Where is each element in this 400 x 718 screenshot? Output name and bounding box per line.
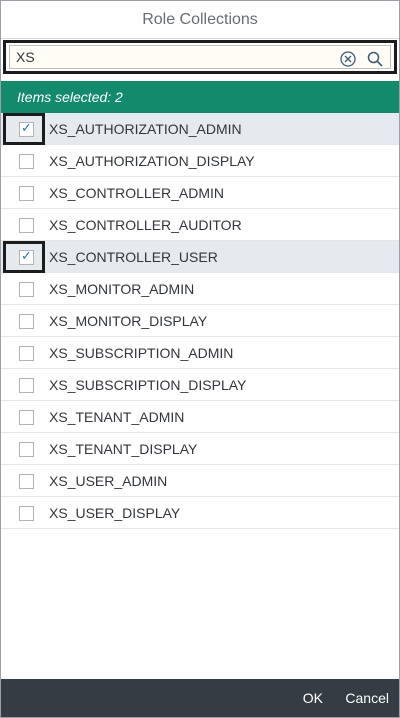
cancel-button[interactable]: Cancel <box>345 679 389 717</box>
item-checkbox[interactable] <box>19 314 34 329</box>
checkbox-focus-frame <box>3 369 45 401</box>
item-label: XS_CONTROLLER_USER <box>49 249 218 265</box>
search-box <box>9 45 391 69</box>
checkbox-focus-frame: ✓ <box>3 241 45 273</box>
item-label: XS_AUTHORIZATION_ADMIN <box>49 121 242 137</box>
item-checkbox[interactable] <box>19 346 34 361</box>
checkbox-focus-frame <box>3 305 45 337</box>
list-item[interactable]: XS_MONITOR_DISPLAY <box>1 305 399 337</box>
list-item[interactable]: ✓ XS_AUTHORIZATION_ADMIN <box>1 113 399 145</box>
search-icon[interactable] <box>366 50 384 68</box>
item-label: XS_TENANT_DISPLAY <box>49 441 198 457</box>
selection-info-bar: Items selected: 2 <box>1 81 399 113</box>
list-item[interactable]: XS_USER_DISPLAY <box>1 497 399 529</box>
item-checkbox[interactable] <box>19 378 34 393</box>
checkbox-focus-frame: ✓ <box>3 113 45 145</box>
dialog-footer: OK Cancel <box>1 679 399 717</box>
checkbox-focus-frame <box>3 433 45 465</box>
item-checkbox[interactable] <box>19 218 34 233</box>
search-input[interactable] <box>16 46 316 68</box>
list-item[interactable]: XS_SUBSCRIPTION_ADMIN <box>1 337 399 369</box>
item-checkbox[interactable] <box>19 282 34 297</box>
clear-circle-icon[interactable] <box>339 50 357 68</box>
item-checkbox[interactable] <box>19 410 34 425</box>
list-item[interactable]: XS_TENANT_DISPLAY <box>1 433 399 465</box>
item-label: XS_SUBSCRIPTION_ADMIN <box>49 345 234 361</box>
checkbox-focus-frame <box>3 401 45 433</box>
item-label: XS_TENANT_ADMIN <box>49 409 185 425</box>
item-label: XS_MONITOR_DISPLAY <box>49 313 208 329</box>
search-field <box>3 40 397 74</box>
list-item[interactable]: XS_MONITOR_ADMIN <box>1 273 399 305</box>
item-label: XS_MONITOR_ADMIN <box>49 281 195 297</box>
item-checkbox[interactable]: ✓ <box>19 249 34 265</box>
checkbox-focus-frame <box>3 145 45 177</box>
checkbox-focus-frame <box>3 465 45 497</box>
item-checkbox[interactable]: ✓ <box>19 121 34 137</box>
role-collections-dialog: Role Collections Items selected: 2 ✓ XS_A… <box>0 0 400 718</box>
item-checkbox[interactable] <box>19 154 34 169</box>
checkbox-focus-frame <box>3 337 45 369</box>
list-item[interactable]: XS_CONTROLLER_AUDITOR <box>1 209 399 241</box>
list-item[interactable]: XS_AUTHORIZATION_DISPLAY <box>1 145 399 177</box>
role-collection-list: ✓ XS_AUTHORIZATION_ADMIN XS_AUTHORIZATION_… <box>1 113 399 529</box>
item-label: XS_USER_ADMIN <box>49 473 168 489</box>
item-label: XS_USER_DISPLAY <box>49 505 181 521</box>
checkbox-focus-frame <box>3 497 45 529</box>
list-item[interactable]: XS_USER_ADMIN <box>1 465 399 497</box>
item-checkbox[interactable] <box>19 186 34 201</box>
list-item[interactable]: XS_SUBSCRIPTION_DISPLAY <box>1 369 399 401</box>
list-item[interactable]: ✓ XS_CONTROLLER_USER <box>1 241 399 273</box>
checkmark-icon: ✓ <box>21 249 32 264</box>
checkbox-focus-frame <box>3 177 45 209</box>
item-label: XS_SUBSCRIPTION_DISPLAY <box>49 377 247 393</box>
item-label: XS_CONTROLLER_AUDITOR <box>49 217 242 233</box>
item-label: XS_CONTROLLER_ADMIN <box>49 185 225 201</box>
checkbox-focus-frame <box>3 209 45 241</box>
item-checkbox[interactable] <box>19 474 34 489</box>
item-label: XS_AUTHORIZATION_DISPLAY <box>49 153 255 169</box>
checkmark-icon: ✓ <box>21 121 32 136</box>
list-item[interactable]: XS_CONTROLLER_ADMIN <box>1 177 399 209</box>
checkbox-focus-frame <box>3 273 45 305</box>
ok-button[interactable]: OK <box>303 679 323 717</box>
list-item[interactable]: XS_TENANT_ADMIN <box>1 401 399 433</box>
item-checkbox[interactable] <box>19 442 34 457</box>
dialog-title: Role Collections <box>1 1 399 39</box>
item-checkbox[interactable] <box>19 506 34 521</box>
